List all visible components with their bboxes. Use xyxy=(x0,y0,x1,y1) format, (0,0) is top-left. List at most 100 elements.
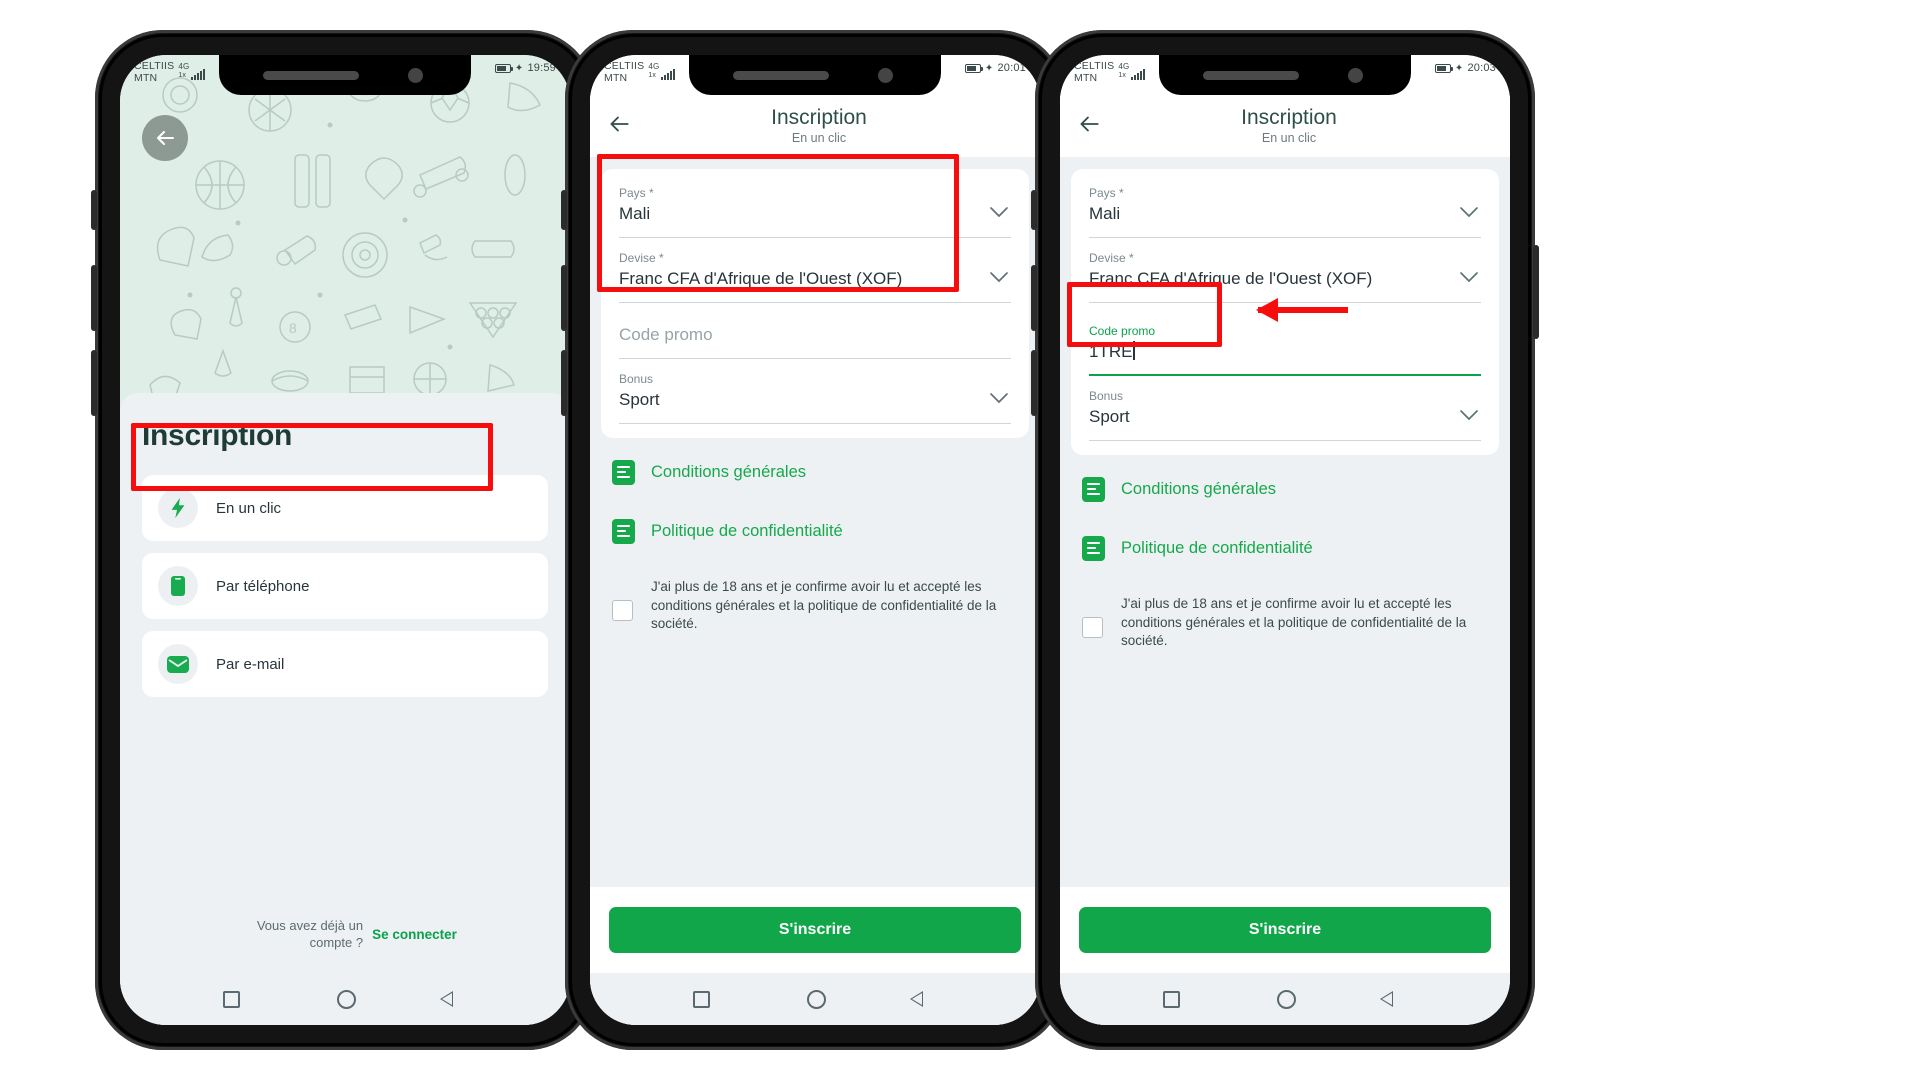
svg-text:8: 8 xyxy=(289,320,297,336)
option-one-click[interactable]: En un clic xyxy=(142,475,548,541)
chevron-down-icon[interactable] xyxy=(989,391,1009,409)
field-label: Code promo xyxy=(1089,324,1156,338)
network-type-2: 1x xyxy=(1118,72,1127,79)
recents-button[interactable] xyxy=(1162,990,1180,1008)
power-button[interactable] xyxy=(1533,245,1539,339)
clock-time: 20:03 xyxy=(1467,62,1496,74)
registration-sheet: Inscription En un clic Par téléphone Par… xyxy=(120,393,570,1025)
chevron-down-icon[interactable] xyxy=(1459,408,1479,426)
field-country[interactable]: Pays * Mali xyxy=(1089,185,1481,238)
option-label: Par téléphone xyxy=(216,577,310,595)
bluetooth-icon: ✦ xyxy=(514,62,524,74)
recents-button[interactable] xyxy=(222,990,240,1008)
network-type-2: 1x xyxy=(648,72,657,79)
option-label: Par e-mail xyxy=(216,655,285,673)
phone-1: 8 CELTIIS MTN 4G 1x ✦ 19:59 Inscription … xyxy=(91,30,599,1050)
volume-up-button[interactable] xyxy=(561,265,567,331)
battery-icon xyxy=(1434,63,1453,73)
link-label: Politique de confidentialité xyxy=(1121,539,1313,557)
envelope-icon xyxy=(158,644,198,684)
bolt-glyph xyxy=(171,497,185,519)
link-terms[interactable]: Conditions générales xyxy=(1082,477,1488,502)
carrier-line-2: MTN xyxy=(1074,71,1098,84)
chevron-down-icon[interactable] xyxy=(1459,270,1479,288)
login-question: Vous avez déjà un compte ? xyxy=(256,918,364,950)
option-by-email[interactable]: Par e-mail xyxy=(142,631,548,697)
submit-button[interactable]: S'inscrire xyxy=(1079,907,1491,953)
volume-down-button[interactable] xyxy=(1031,350,1037,416)
app-bar-titles: Inscription En un clic xyxy=(1084,106,1494,146)
promo-placeholder: Code promo xyxy=(619,325,713,344)
chevron-down-icon[interactable] xyxy=(1459,205,1479,223)
document-icon xyxy=(1082,536,1105,561)
back-nav-button[interactable] xyxy=(909,989,938,1009)
recents-button[interactable] xyxy=(692,990,710,1008)
mute-button[interactable] xyxy=(1031,190,1037,230)
link-privacy[interactable]: Politique de confidentialité xyxy=(1082,536,1488,561)
link-privacy[interactable]: Politique de confidentialité xyxy=(612,519,1018,544)
agreement-text: J'ai plus de 18 ans et je confirme avoir… xyxy=(651,579,997,631)
screenshot-stage: 8 CELTIIS MTN 4G 1x ✦ 19:59 Inscription … xyxy=(0,0,1920,1080)
signal-indicator: 4G 1x xyxy=(1118,61,1146,80)
volume-down-button[interactable] xyxy=(91,350,97,416)
field-country[interactable]: Pays * Mali xyxy=(619,185,1011,238)
legal-links-3: Conditions générales Politique de confid… xyxy=(1060,455,1510,561)
field-label: Bonus xyxy=(619,372,654,386)
back-nav-button[interactable] xyxy=(1379,989,1408,1009)
mute-button[interactable] xyxy=(561,190,567,230)
back-button[interactable] xyxy=(142,115,188,161)
app-bar-3: Inscription En un clic xyxy=(1060,95,1510,157)
option-by-phone[interactable]: Par téléphone xyxy=(142,553,548,619)
carrier-line-1: CELTIIS xyxy=(134,60,175,72)
field-label: Pays * xyxy=(1089,186,1124,200)
agreement-checkbox[interactable] xyxy=(1082,617,1103,638)
bluetooth-icon: ✦ xyxy=(1454,62,1464,74)
field-label: Bonus xyxy=(1089,389,1124,403)
field-promo-code[interactable]: Code promo 1TRE xyxy=(1089,323,1481,376)
volume-down-button[interactable] xyxy=(561,350,567,416)
document-icon xyxy=(612,519,635,544)
battery-icon xyxy=(494,63,513,73)
app-bar-subtitle: En un clic xyxy=(1261,131,1317,145)
volume-up-button[interactable] xyxy=(91,265,97,331)
login-link[interactable]: Se connecter xyxy=(372,927,457,942)
carrier-line-1: CELTIIS xyxy=(604,60,645,72)
android-navbar-2 xyxy=(590,973,1040,1025)
status-left: CELTIIS MTN 4G 1x xyxy=(1074,60,1146,84)
field-promo-code[interactable]: Code promo xyxy=(619,323,1011,359)
legal-links-2: Conditions générales Politique de confid… xyxy=(590,438,1040,544)
carrier-line-2: MTN xyxy=(604,71,628,84)
link-label: Conditions générales xyxy=(651,463,807,481)
sports-pattern-hero: 8 xyxy=(120,55,570,410)
status-left: CELTIIS MTN 4G 1x xyxy=(604,60,676,84)
app-bar-subtitle: En un clic xyxy=(791,131,847,145)
form-body-3: Pays * Mali Devise * Franc CFA d'Afrique… xyxy=(1060,157,1510,973)
notch xyxy=(689,55,941,95)
submit-button[interactable]: S'inscrire xyxy=(609,907,1021,953)
phone-3: CELTIIS MTN 4G 1x ✦ 20:03 Inscription En… xyxy=(1031,30,1539,1050)
field-bonus[interactable]: Bonus Sport xyxy=(619,371,1011,424)
document-icon xyxy=(612,460,635,485)
chevron-down-icon[interactable] xyxy=(989,205,1009,223)
home-button[interactable] xyxy=(806,989,826,1009)
clock-time: 20:01 xyxy=(997,62,1026,74)
earpiece-speaker xyxy=(1203,71,1299,80)
home-button[interactable] xyxy=(336,989,356,1009)
chevron-down-icon[interactable] xyxy=(989,270,1009,288)
back-nav-button[interactable] xyxy=(439,989,468,1009)
volume-up-button[interactable] xyxy=(1031,265,1037,331)
link-terms[interactable]: Conditions générales xyxy=(612,460,1018,485)
mute-button[interactable] xyxy=(91,190,97,230)
app-bar-title: Inscription xyxy=(1241,106,1337,129)
front-camera xyxy=(408,68,423,83)
field-bonus[interactable]: Bonus Sport xyxy=(1089,388,1481,441)
text-caret xyxy=(1133,341,1136,360)
agreement-text: J'ai plus de 18 ans et je confirme avoir… xyxy=(1121,596,1467,648)
agreement-checkbox[interactable] xyxy=(612,600,633,621)
field-label: Devise * xyxy=(619,251,664,265)
field-currency[interactable]: Devise * Franc CFA d'Afrique de l'Ouest … xyxy=(619,250,1011,303)
submit-bar-3: S'inscrire xyxy=(1060,887,1510,973)
home-button[interactable] xyxy=(1276,989,1296,1009)
battery-icon xyxy=(964,63,983,73)
phone-3-screen: CELTIIS MTN 4G 1x ✦ 20:03 Inscription En… xyxy=(1060,55,1510,1025)
